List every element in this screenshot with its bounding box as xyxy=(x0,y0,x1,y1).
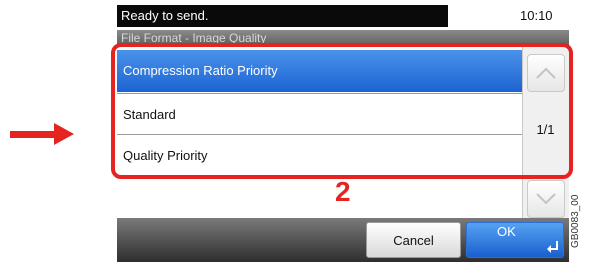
cancel-button[interactable]: Cancel xyxy=(366,222,461,258)
pointer-arrow-icon xyxy=(10,131,56,138)
highlight-frame xyxy=(111,43,573,179)
scroll-down-button[interactable] xyxy=(527,180,565,218)
clock: 10:10 xyxy=(520,8,553,23)
pointer-arrow-head xyxy=(54,123,74,145)
status-message: Ready to send. xyxy=(117,5,448,27)
enter-icon xyxy=(547,241,558,253)
figure-code: GB0083_00 xyxy=(570,194,581,248)
step-number: 2 xyxy=(335,176,351,207)
chevron-down-icon xyxy=(536,193,556,205)
ok-button-label: OK xyxy=(497,224,516,239)
